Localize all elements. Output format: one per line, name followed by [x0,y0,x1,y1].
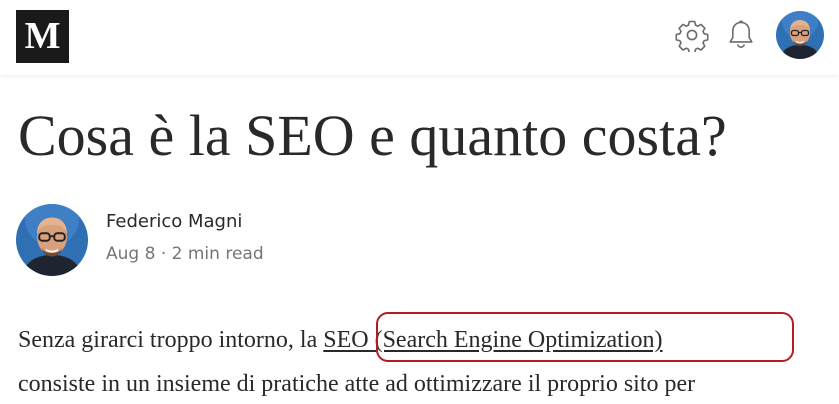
article-meta: Aug 8 · 2 min read [106,242,264,266]
bell-icon[interactable] [723,17,759,53]
publish-date: Aug 8 [106,244,156,264]
medium-logo[interactable]: M [16,10,69,63]
gear-icon[interactable] [674,17,710,53]
article-paragraph: Senza girarci troppo intorno, la SEO (Se… [18,318,833,404]
meta-separator: · [160,244,167,264]
top-navigation-bar: M [0,0,839,75]
article-title: Cosa è la SEO e quanto costa? [18,103,727,168]
author-name[interactable]: Federico Magni [106,210,242,234]
read-time: 2 min read [171,244,264,264]
seo-link[interactable]: SEO (Search Engine Optimization) [323,327,662,353]
paragraph-text-start: Senza girarci troppo intorno, la [18,327,324,353]
user-avatar[interactable] [776,11,824,59]
paragraph-text-line2: consiste in un insieme di pratiche atte … [18,371,696,397]
author-avatar[interactable] [16,204,88,276]
